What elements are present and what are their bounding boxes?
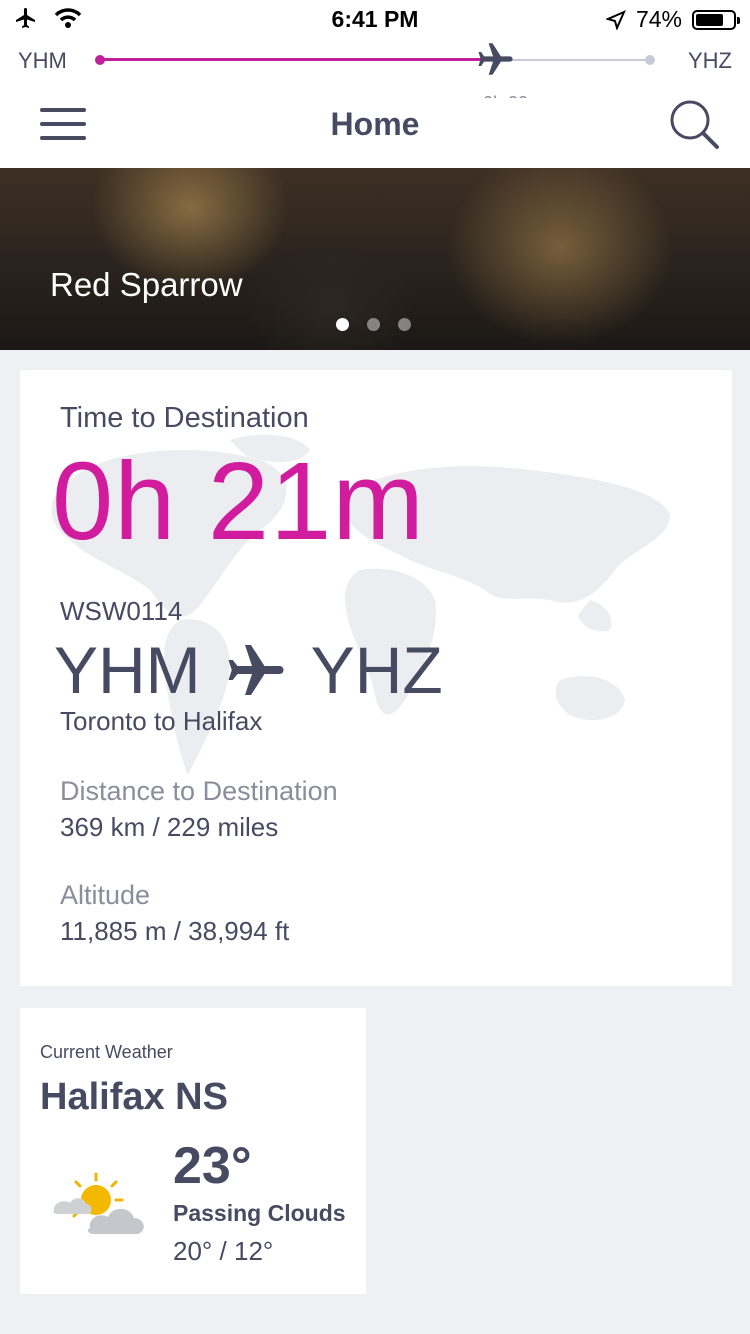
distance-value: 369 km / 229 miles bbox=[60, 812, 279, 842]
hero-title: Red Sparrow bbox=[50, 266, 243, 303]
time-to-destination-label: Time to Destination bbox=[60, 402, 309, 434]
flight-info-card[interactable]: Time to Destination 0h 21m WSW0114 YHM Y… bbox=[20, 370, 732, 986]
carousel-dot[interactable] bbox=[336, 318, 349, 331]
route-cities: Toronto to Halifax bbox=[60, 706, 263, 736]
hero-carousel[interactable]: Red Sparrow bbox=[0, 168, 750, 350]
progress-start-dot bbox=[95, 55, 105, 65]
weather-card[interactable]: Current Weather Halifax NS 23° Passing C… bbox=[20, 1008, 366, 1294]
weather-temperature: 23° bbox=[173, 1137, 252, 1195]
weather-condition: Passing Clouds bbox=[173, 1200, 346, 1226]
battery-icon bbox=[692, 9, 740, 30]
flight-progress-bar: YHM 0h 22m YHZ bbox=[0, 40, 750, 113]
weather-high-low: 20° / 12° bbox=[173, 1236, 274, 1266]
progress-completed bbox=[100, 58, 496, 61]
search-icon[interactable] bbox=[668, 98, 720, 150]
airplane-icon bbox=[478, 43, 513, 75]
carousel-dot[interactable] bbox=[398, 318, 411, 331]
page-title: Home bbox=[330, 106, 420, 142]
location-arrow-icon bbox=[605, 9, 626, 30]
altitude-value: 11,885 m / 38,994 ft bbox=[60, 916, 290, 946]
status-right: 74% bbox=[605, 6, 740, 33]
airplane-icon bbox=[228, 645, 284, 695]
app-header: Home bbox=[0, 98, 750, 168]
progress-destination: YHZ bbox=[688, 48, 732, 73]
carousel-dot[interactable] bbox=[367, 318, 380, 331]
route-origin: YHM bbox=[54, 633, 201, 707]
distance-label: Distance to Destination bbox=[60, 776, 338, 806]
status-bar: 6:41 PM 74% bbox=[0, 0, 750, 40]
altitude-label: Altitude bbox=[60, 880, 151, 910]
progress-origin: YHM bbox=[18, 48, 67, 73]
partly-cloudy-icon bbox=[53, 1172, 144, 1234]
weather-city: Halifax NS bbox=[40, 1076, 228, 1118]
flight-number: WSW0114 bbox=[60, 596, 183, 626]
progress-end-dot bbox=[645, 55, 655, 65]
weather-label: Current Weather bbox=[40, 1042, 173, 1062]
progress-track: 0h 22m bbox=[95, 43, 655, 113]
battery-percent: 74% bbox=[635, 6, 682, 32]
time-to-destination-value: 0h 21m bbox=[52, 440, 425, 563]
carousel-dots bbox=[336, 318, 411, 331]
route-codes: YHM YHZ bbox=[54, 632, 443, 708]
battery-fill bbox=[696, 13, 723, 26]
route-destination: YHZ bbox=[310, 633, 443, 707]
